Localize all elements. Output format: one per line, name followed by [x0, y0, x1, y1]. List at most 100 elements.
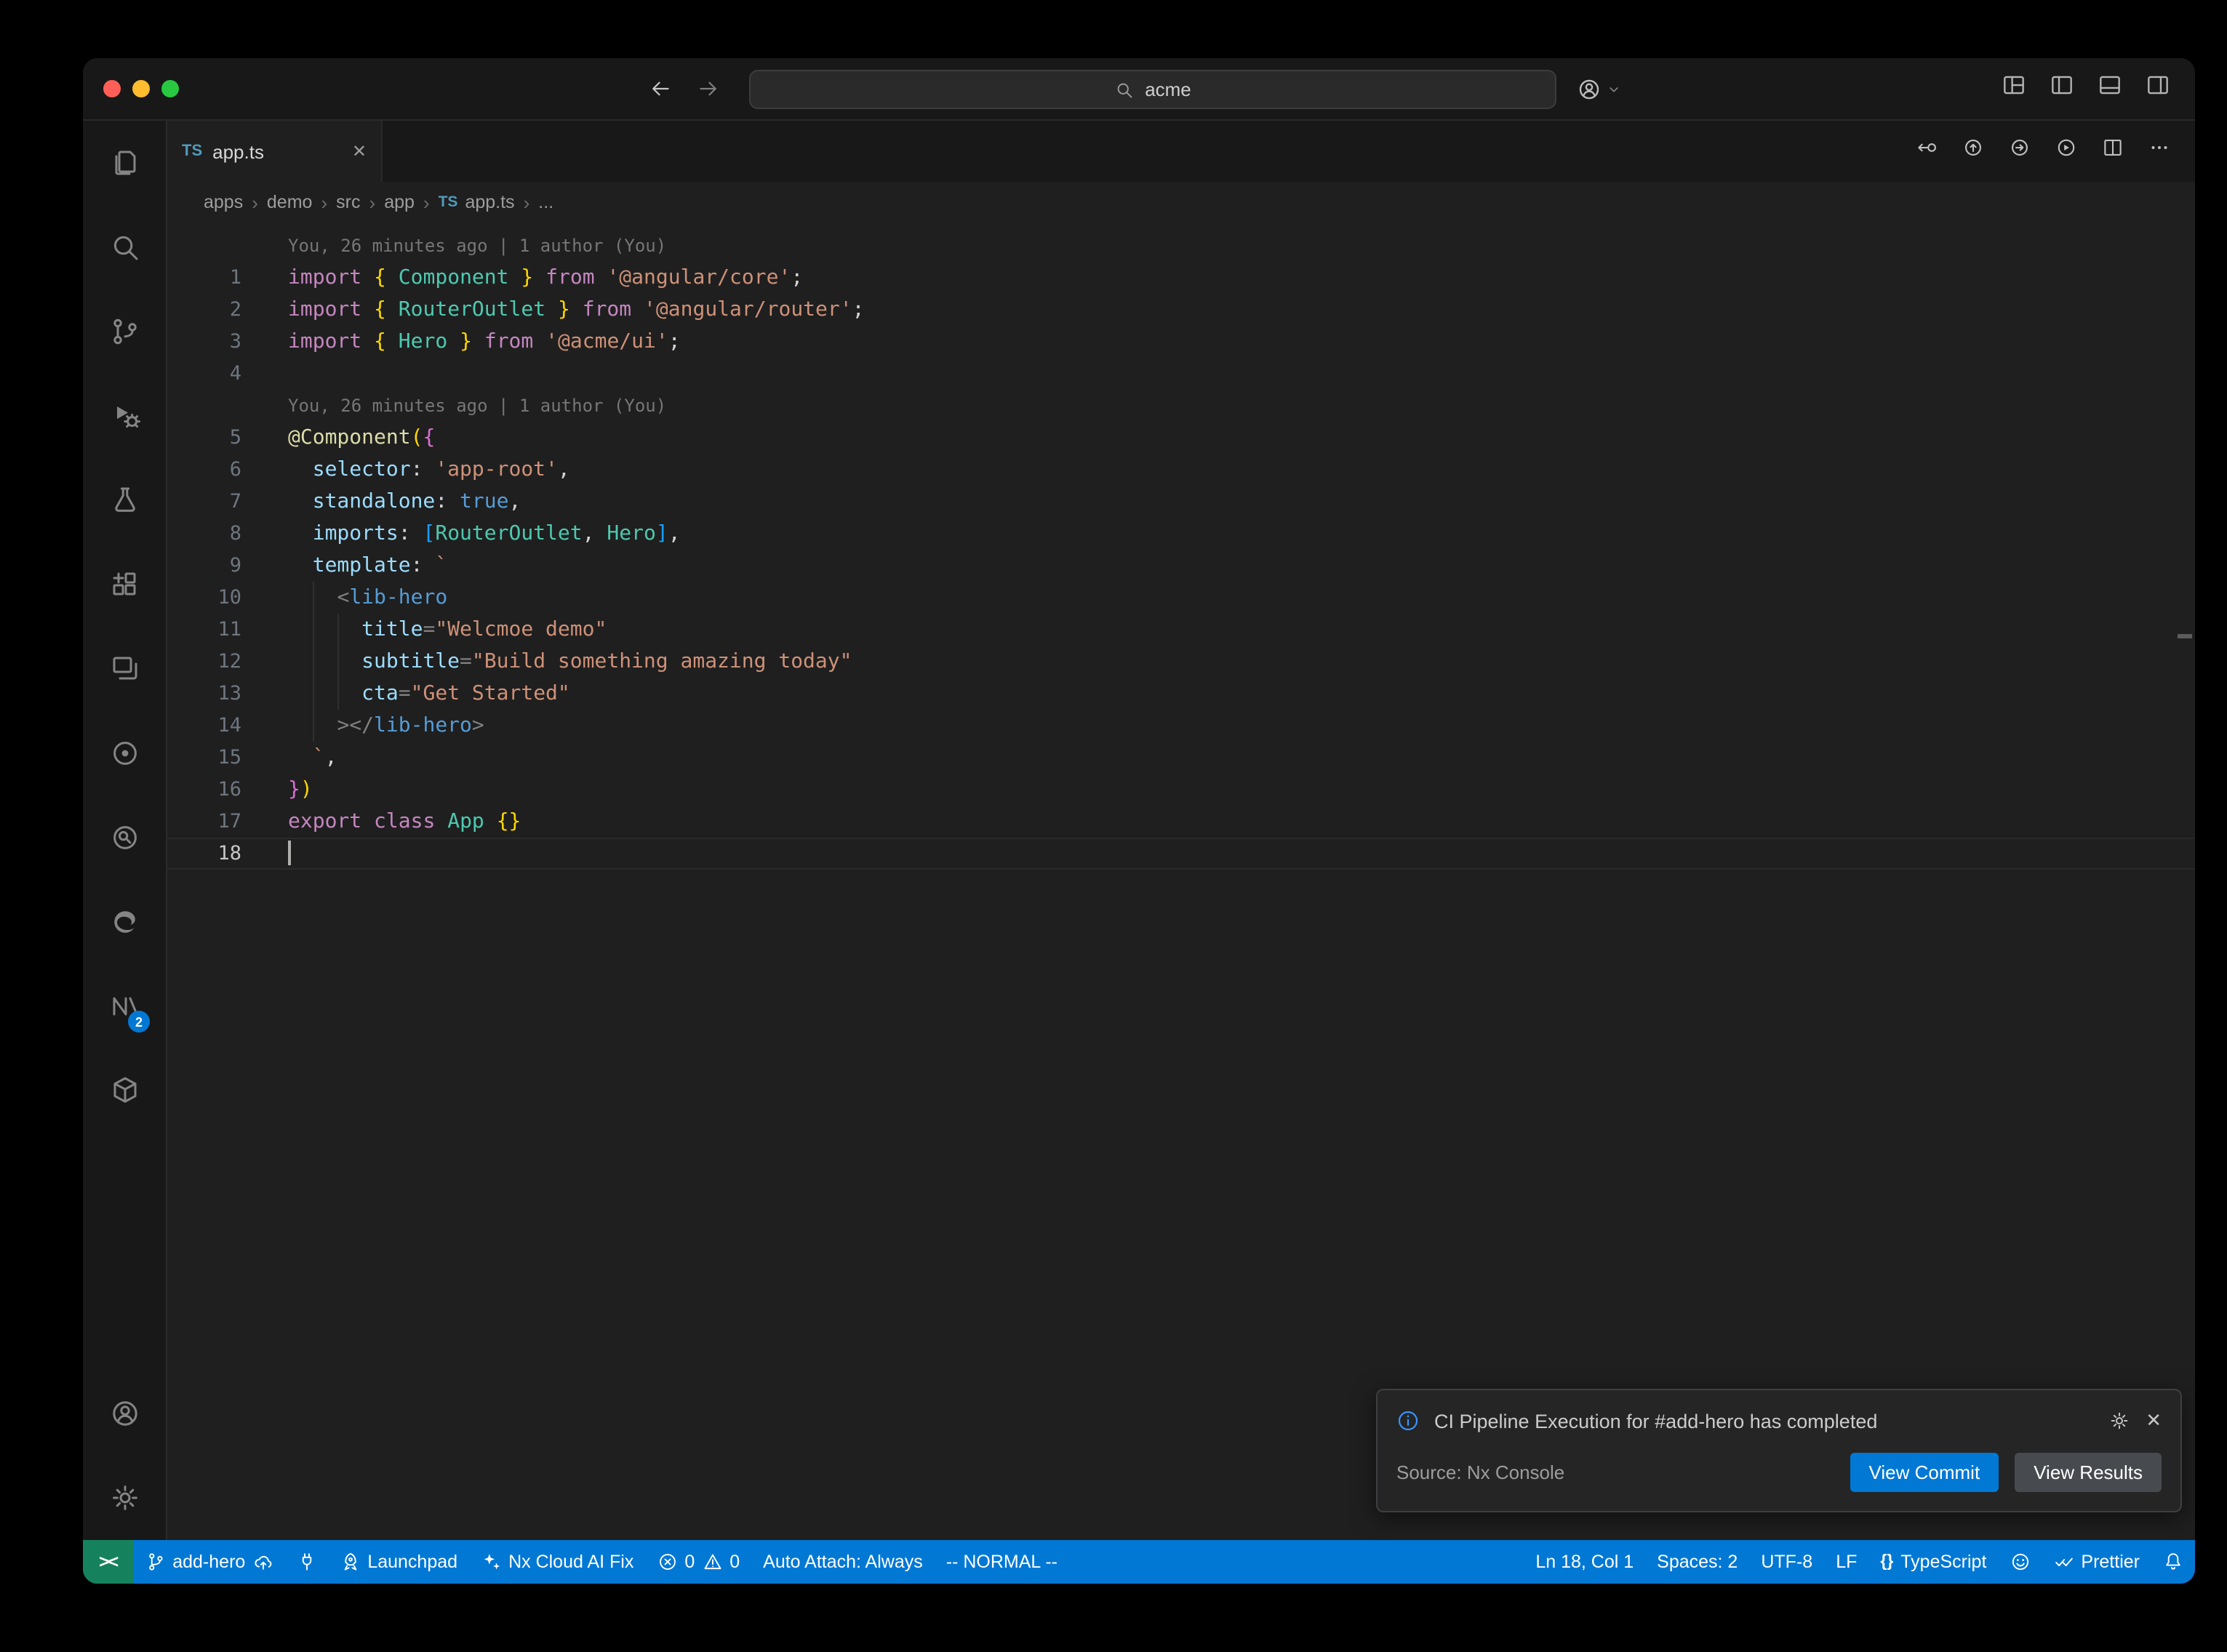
view-commit-button[interactable]: View Commit [1850, 1453, 1999, 1492]
notification-source: Source: Nx Console [1396, 1461, 1834, 1483]
indent-guide [313, 678, 314, 710]
breadcrumb-item[interactable]: apps [204, 192, 243, 212]
extensions-icon [107, 567, 142, 602]
tab-app-ts[interactable]: TS app.ts ✕ [167, 121, 383, 182]
nx-cloud-ai-fix-status-item[interactable]: Nx Cloud AI Fix [469, 1540, 645, 1584]
notification-header: CI Pipeline Execution for #add-hero has … [1378, 1390, 2180, 1443]
notification-close-icon[interactable]: ✕ [2146, 1409, 2162, 1432]
breadcrumb-item[interactable]: app.ts [465, 192, 514, 212]
blame-annotation: You, 26 minutes ago | 1 author (You) [167, 390, 2195, 422]
encoding-status-item[interactable]: UTF-8 [1749, 1540, 1824, 1584]
typescript-file-icon: TS [439, 193, 458, 211]
indentation-status-item[interactable]: Spaces: 2 [1645, 1540, 1749, 1584]
auto-attach-status-item[interactable]: Auto Attach: Always [751, 1540, 935, 1584]
close-window-button[interactable] [103, 80, 121, 97]
activity-item-containers[interactable] [83, 1048, 166, 1133]
view-results-button[interactable]: View Results [2015, 1453, 2162, 1492]
remote-indicator-status-item[interactable]: >< [83, 1540, 133, 1584]
language-mode-label: TypeScript [1900, 1552, 1986, 1572]
notification-footer: Source: Nx Console View Commit View Resu… [1378, 1443, 2180, 1511]
overview-ruler-marker [2178, 634, 2192, 638]
next-change-button[interactable] [2007, 135, 2032, 167]
encoding-label: UTF-8 [1761, 1552, 1812, 1572]
line-number: 12 [167, 646, 241, 678]
layout-controls [2000, 58, 2172, 119]
code-line-10: 10 <lib-hero [167, 582, 2195, 614]
activity-item-edge-devtools[interactable] [83, 880, 166, 964]
activity-item-remote-explorer[interactable] [83, 627, 166, 711]
editor-group: TS app.ts ✕ apps›demo›src›app›TSapp.ts›.… [167, 121, 2195, 1540]
toggle-panel-icon [2096, 71, 2124, 99]
breadcrumb-separator: › [524, 191, 530, 213]
notification-message: CI Pipeline Execution for #add-hero has … [1434, 1410, 2093, 1432]
auto-attach-label: Auto Attach: Always [763, 1552, 923, 1572]
prettier-status-item[interactable]: Prettier [2042, 1540, 2151, 1584]
close-tab-icon[interactable]: ✕ [352, 141, 367, 161]
notification-settings-icon[interactable] [2108, 1409, 2131, 1432]
code-line-8: 8 imports: [RouterOutlet, Hero], [167, 518, 2195, 550]
customize-layout-button[interactable] [2000, 71, 2028, 106]
activity-item-run-and-debug[interactable] [83, 374, 166, 458]
minimize-window-button[interactable] [132, 80, 150, 97]
code-editor[interactable]: You, 26 minutes ago | 1 author (You)1imp… [167, 222, 2195, 1540]
language-mode-status-item[interactable]: {}TypeScript [1868, 1540, 1998, 1584]
notifications-status-item[interactable] [2151, 1540, 2195, 1584]
notification-toast: CI Pipeline Execution for #add-hero has … [1376, 1389, 2182, 1512]
toggle-primary-sidebar-button[interactable] [2048, 71, 2076, 106]
line-number: 1 [167, 262, 241, 294]
line-number: 4 [167, 358, 241, 390]
git-branch-status-item[interactable]: add-hero [133, 1540, 284, 1584]
activity-item-search[interactable] [83, 205, 166, 289]
open-changes-button[interactable] [1914, 135, 1939, 167]
activity-item-source-control[interactable] [83, 289, 166, 374]
split-editor-button[interactable] [2100, 135, 2125, 167]
prettier-label: Prettier [2081, 1552, 2140, 1572]
indent-guide [313, 614, 314, 646]
account-menu[interactable] [1575, 58, 1622, 119]
code-text: }) [241, 774, 2195, 806]
activity-item-manage-settings[interactable] [83, 1456, 166, 1540]
breadcrumb-separator: › [369, 191, 376, 213]
previous-change-button[interactable] [1961, 135, 1986, 167]
breadcrumb-item[interactable]: src [336, 192, 360, 212]
breadcrumb-separator: › [252, 191, 258, 213]
breadcrumb-item[interactable]: ... [538, 192, 553, 212]
line-number: 16 [167, 774, 241, 806]
toggle-secondary-sidebar-button[interactable] [2144, 71, 2172, 106]
ports-status-item[interactable] [284, 1540, 328, 1584]
activity-item-extensions[interactable] [83, 542, 166, 627]
vim-mode-status-item[interactable]: -- NORMAL -- [935, 1540, 1069, 1584]
activity-item-accounts[interactable] [83, 1371, 166, 1456]
tab-label: app.ts [212, 140, 264, 162]
command-center-search[interactable]: acme [749, 70, 1556, 109]
breadcrumb-item[interactable]: app [384, 192, 415, 212]
navigate-back-icon[interactable] [647, 76, 673, 102]
blame-text: You, 26 minutes ago | 1 author (You) [241, 230, 2195, 262]
problems-status-item[interactable]: 00 [645, 1540, 751, 1584]
status-bar-left: ><add-hero LaunchpadNx Cloud AI Fix00 Auto… [83, 1540, 1069, 1584]
code-line-11: 11 title="Welcmoe demo" [167, 614, 2195, 646]
activity-item-extension-circle[interactable] [83, 711, 166, 795]
run-file-button[interactable] [2054, 135, 2079, 167]
launchpad-status-item[interactable]: Launchpad [328, 1540, 469, 1584]
activity-item-nx-console[interactable]: 2 [83, 964, 166, 1048]
zoom-window-button[interactable] [161, 80, 179, 97]
run-file-icon [2054, 135, 2079, 160]
code-line-2: 2import { RouterOutlet } from '@angular/… [167, 294, 2195, 326]
plug-icon [296, 1552, 316, 1572]
containers-icon [107, 1073, 142, 1108]
activity-item-explorer[interactable] [83, 121, 166, 205]
toggle-panel-button[interactable] [2096, 71, 2124, 106]
cloud-upload-icon [252, 1552, 273, 1572]
eol-sequence-status-item[interactable]: LF [1824, 1540, 1868, 1584]
breadcrumb-item[interactable]: demo [267, 192, 313, 212]
activity-item-testing[interactable] [83, 458, 166, 542]
more-actions-button[interactable] [2147, 135, 2172, 167]
activity-item-extension-inspect[interactable] [83, 795, 166, 880]
cursor-position-status-item[interactable]: Ln 18, Col 1 [1524, 1540, 1645, 1584]
feedback-status-item[interactable] [1998, 1540, 2042, 1584]
code-text [241, 358, 2195, 390]
navigate-forward-icon[interactable] [695, 76, 721, 102]
indent-guide [337, 646, 338, 678]
code-text: cta="Get Started" [241, 678, 2195, 710]
